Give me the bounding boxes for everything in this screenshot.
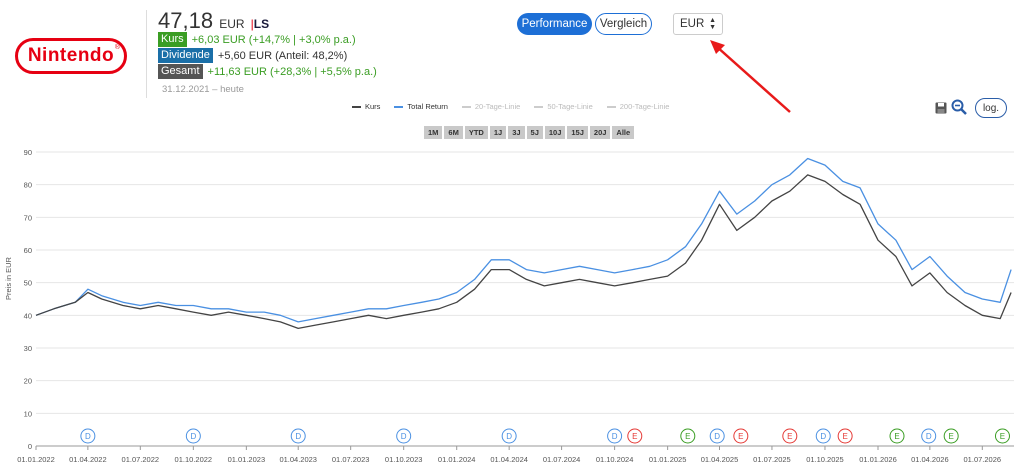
x-tick-label: 01.04.2024 xyxy=(490,455,528,464)
x-tick-label: 01.07.2024 xyxy=(543,455,581,464)
x-tick-label: 01.07.2025 xyxy=(753,455,791,464)
y-axis-label: Preis in EUR xyxy=(4,257,13,300)
event-marker-label: D xyxy=(820,432,826,441)
y-tick-label: 20 xyxy=(24,377,32,386)
event-marker-label: D xyxy=(506,432,512,441)
event-marker-label: E xyxy=(842,432,847,441)
y-tick-label: 60 xyxy=(24,246,32,255)
y-tick-label: 50 xyxy=(24,279,32,288)
event-marker-label: E xyxy=(632,432,637,441)
y-tick-label: 10 xyxy=(24,409,32,418)
x-tick-label: 01.01.2026 xyxy=(859,455,897,464)
event-marker-label: D xyxy=(612,432,618,441)
x-tick-label: 01.10.2023 xyxy=(385,455,423,464)
x-tick-label: 01.01.2024 xyxy=(438,455,476,464)
series-line-total-return xyxy=(35,157,1012,323)
event-marker-label: D xyxy=(295,432,301,441)
x-tick-label: 01.10.2022 xyxy=(175,455,213,464)
annotation-arrow-shaft xyxy=(715,45,791,113)
x-tick-label: 01.10.2025 xyxy=(806,455,844,464)
x-tick-label: 01.07.2023 xyxy=(332,455,370,464)
y-tick-label: 80 xyxy=(24,181,32,190)
event-marker-label: D xyxy=(926,432,932,441)
x-tick-label: 01.10.2024 xyxy=(596,455,634,464)
x-tick-label: 01.01.2025 xyxy=(649,455,687,464)
x-tick-label: 01.07.2022 xyxy=(122,455,160,464)
event-marker-label: E xyxy=(787,432,792,441)
event-marker-label: E xyxy=(949,432,954,441)
event-marker-label: E xyxy=(738,432,743,441)
event-marker-label: D xyxy=(85,432,91,441)
performance-chart: 0 10 20 30 40 50 60 70 80 90 01.01.2022 01.04.2022 0… xyxy=(17,40,1014,464)
event-marker-label: D xyxy=(714,432,720,441)
x-tick-label: 01.04.2025 xyxy=(701,455,739,464)
event-marker-label: E xyxy=(685,432,690,441)
x-tick-label: 01.04.2023 xyxy=(279,455,317,464)
y-tick-label: 30 xyxy=(24,344,32,353)
x-tick-label: 01.01.2022 xyxy=(17,455,55,464)
event-marker-label: E xyxy=(1000,432,1005,441)
y-tick-label: 0 xyxy=(28,442,32,451)
x-tick-label: 01.07.2026 xyxy=(964,455,1002,464)
x-tick-label: 01.04.2022 xyxy=(69,455,107,464)
event-marker-label: E xyxy=(894,432,899,441)
event-marker-label: D xyxy=(190,432,196,441)
y-tick-label: 90 xyxy=(24,148,32,157)
y-tick-label: 70 xyxy=(24,213,32,222)
y-tick-label: 40 xyxy=(24,311,32,320)
x-tick-label: 01.04.2026 xyxy=(911,455,949,464)
x-tick-label: 01.01.2023 xyxy=(228,455,266,464)
event-marker-label: D xyxy=(401,432,407,441)
